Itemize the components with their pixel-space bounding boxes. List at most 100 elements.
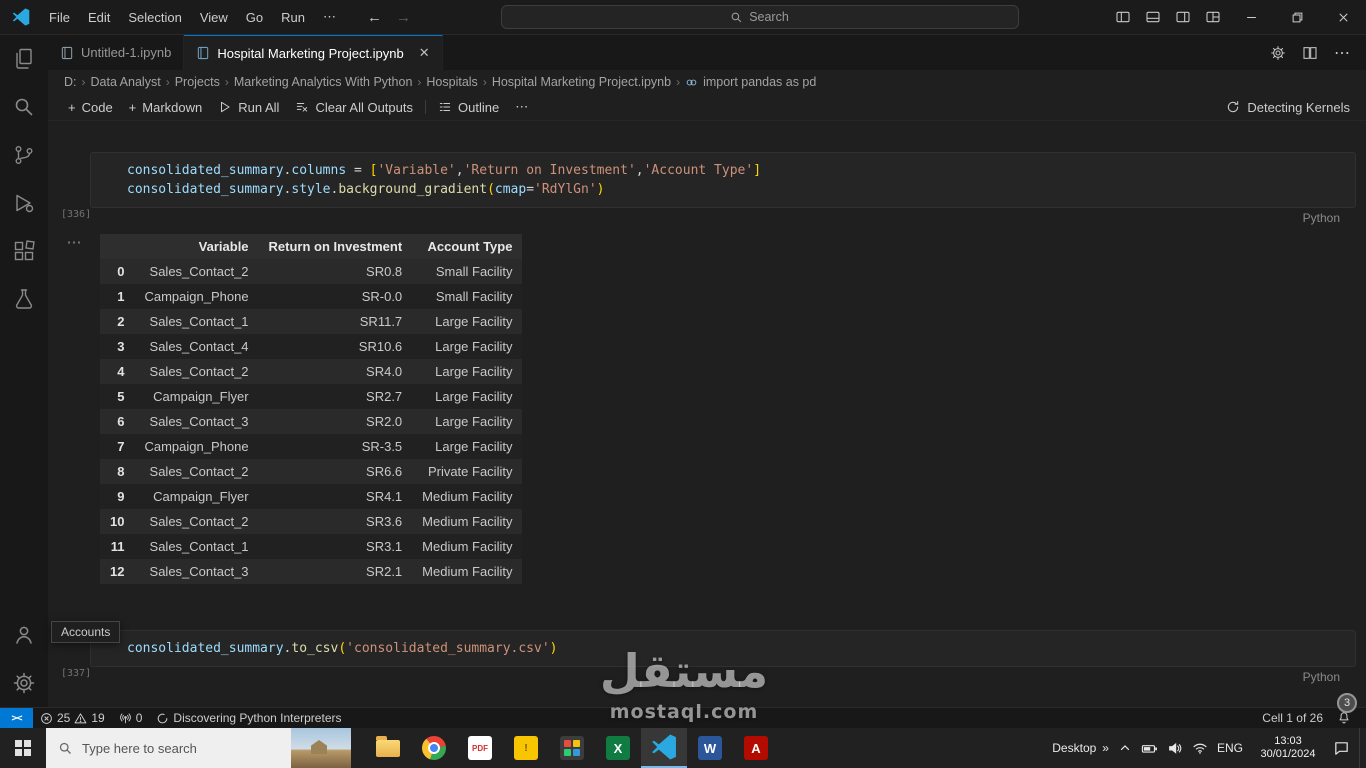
kernel-status[interactable]: Detecting Kernels — [1226, 100, 1350, 115]
menu-run[interactable]: Run — [272, 0, 314, 35]
cell-language-label[interactable]: Python — [1303, 211, 1340, 225]
search-highlight-image[interactable] — [291, 728, 351, 768]
add-code-cell-button[interactable]: + Code — [60, 94, 121, 121]
excel-icon[interactable]: X — [595, 728, 641, 768]
source-control-icon[interactable] — [0, 131, 48, 179]
index-header — [100, 234, 135, 259]
outline-icon — [439, 103, 451, 111]
desktop-toolbar[interactable]: Desktop » — [1052, 741, 1109, 755]
cell-position-indicator[interactable]: Cell 1 of 26 — [1255, 708, 1330, 729]
toolbar-more-icon[interactable]: ⋯ — [507, 94, 536, 121]
hidden-icons-chevron-icon[interactable] — [1118, 741, 1132, 755]
breadcrumb-item[interactable]: D: — [64, 75, 77, 89]
toggle-panel-icon[interactable] — [1138, 0, 1168, 35]
restore-button[interactable] — [1274, 0, 1320, 35]
breadcrumb: D: › Data Analyst › Projects › Marketing… — [48, 70, 1366, 94]
acrobat-icon[interactable]: A — [733, 728, 779, 768]
toolbar-separator — [424, 100, 426, 114]
breadcrumb-item[interactable]: Marketing Analytics With Python — [234, 75, 413, 89]
menu-more-icon[interactable]: ⋯ — [314, 0, 345, 35]
code-cell-337: [337] consolidated_summary.to_csv('conso… — [48, 630, 1366, 679]
code-editor[interactable]: consolidated_summary.to_csv('consolidate… — [90, 630, 1356, 667]
start-button[interactable] — [0, 728, 46, 768]
status-bar: >< 25 19 0 Discovering Python Interprete… — [0, 707, 1366, 728]
editor-more-icon[interactable]: ⋯ — [1328, 35, 1356, 70]
chevron-right-icon: › — [224, 75, 229, 89]
file-explorer-icon[interactable] — [365, 728, 411, 768]
customize-layout-icon[interactable] — [1198, 0, 1228, 35]
breadcrumb-item[interactable]: Data Analyst — [91, 75, 161, 89]
overlay-badge: 3 — [1337, 693, 1357, 713]
taskbar-search-input[interactable]: Type here to search — [46, 728, 351, 768]
close-button[interactable] — [1320, 0, 1366, 35]
taskbar-clock[interactable]: 13:03 30/01/2024 — [1252, 735, 1324, 761]
action-center-icon[interactable] — [1333, 740, 1350, 757]
breadcrumb-item[interactable]: Hospital Marketing Project.ipynb — [492, 75, 671, 89]
tab-untitled-1[interactable]: Untitled-1.ipynb — [48, 35, 185, 70]
tab-close-icon[interactable]: ✕ — [419, 45, 430, 61]
breadcrumb-item[interactable]: Hospitals — [426, 75, 477, 89]
breadcrumb-item[interactable]: import pandas as pd — [703, 75, 816, 89]
ports-indicator[interactable]: 0 — [112, 708, 150, 729]
clear-all-icon — [297, 103, 308, 112]
problems-indicator[interactable]: 25 19 — [33, 708, 112, 729]
pdf-app-icon[interactable]: PDF — [457, 728, 503, 768]
menu-view[interactable]: View — [191, 0, 237, 35]
column-header: Account Type — [412, 234, 523, 259]
run-all-button[interactable]: Run All — [210, 94, 287, 121]
editor-settings-gear-icon[interactable] — [1264, 35, 1292, 70]
vscode-taskbar-icon[interactable] — [641, 728, 687, 768]
windows-logo-icon — [15, 740, 31, 756]
python-interpreter-status[interactable]: Discovering Python Interpreters — [149, 708, 348, 729]
testing-icon[interactable] — [0, 275, 48, 323]
breadcrumb-item[interactable]: Projects — [175, 75, 220, 89]
notebook-file-icon — [198, 46, 209, 60]
volume-icon[interactable] — [1167, 740, 1183, 756]
chevron-right-icon: › — [165, 75, 170, 89]
tab-label: Hospital Marketing Project.ipynb — [217, 45, 404, 61]
yellow-app-icon[interactable]: ! — [503, 728, 549, 768]
tab-hospital-marketing-project[interactable]: Hospital Marketing Project.ipynb ✕ — [184, 35, 443, 70]
cell-language-label[interactable]: Python — [1303, 670, 1340, 684]
toggle-secondary-sidebar-icon[interactable] — [1168, 0, 1198, 35]
split-editor-icon[interactable] — [1296, 35, 1324, 70]
menu-selection[interactable]: Selection — [119, 0, 190, 35]
explorer-icon[interactable] — [0, 35, 48, 83]
table-row: 12 Sales_Contact_3 SR2.1 Medium Facility — [100, 559, 523, 584]
minimize-button[interactable] — [1228, 0, 1274, 35]
remote-indicator[interactable]: >< — [0, 708, 33, 728]
settings-gear-icon[interactable] — [0, 659, 48, 707]
accounts-icon[interactable] — [0, 611, 48, 659]
code-editor[interactable]: consolidated_summary.columns = ['Variabl… — [90, 152, 1356, 208]
table-header-row: Variable Return on Investment Account Ty… — [100, 234, 523, 259]
menu-file[interactable]: File — [40, 0, 79, 35]
tab-label: Untitled-1.ipynb — [81, 45, 172, 60]
toggle-sidebar-icon[interactable] — [1108, 0, 1138, 35]
menu-edit[interactable]: Edit — [79, 0, 119, 35]
taskbar-search-placeholder: Type here to search — [82, 740, 197, 756]
menu-go[interactable]: Go — [237, 0, 272, 35]
output-more-icon[interactable]: ⋯ — [67, 234, 82, 251]
extensions-icon[interactable] — [0, 227, 48, 275]
chevron-double-icon: » — [1102, 741, 1109, 755]
chevron-right-icon: › — [676, 75, 681, 89]
word-icon[interactable]: W — [687, 728, 733, 768]
table-row: 0 Sales_Contact_2 SR0.8 Small Facility — [100, 259, 523, 284]
command-search-box[interactable]: Search — [500, 5, 1019, 29]
chrome-icon[interactable] — [411, 728, 457, 768]
media-app-icon[interactable] — [549, 728, 595, 768]
language-indicator[interactable]: ENG — [1217, 741, 1243, 755]
show-desktop-button[interactable] — [1359, 728, 1364, 768]
clear-all-outputs-button[interactable]: Clear All Outputs — [287, 94, 421, 121]
back-icon[interactable]: ← — [367, 9, 382, 26]
table-row: 6 Sales_Contact_3 SR2.0 Large Facility — [100, 409, 523, 434]
outline-button[interactable]: Outline — [430, 94, 507, 121]
accounts-tooltip: Accounts — [51, 621, 121, 643]
search-sidebar-icon[interactable] — [0, 83, 48, 131]
network-wifi-icon[interactable] — [1192, 740, 1208, 756]
table-row: 2 Sales_Contact_1 SR11.7 Large Facility — [100, 309, 523, 334]
add-markdown-cell-button[interactable]: + Markdown — [121, 94, 211, 121]
table-row: 8 Sales_Contact_2 SR6.6 Private Facility — [100, 459, 523, 484]
battery-icon[interactable] — [1141, 740, 1158, 757]
run-debug-icon[interactable] — [0, 179, 48, 227]
